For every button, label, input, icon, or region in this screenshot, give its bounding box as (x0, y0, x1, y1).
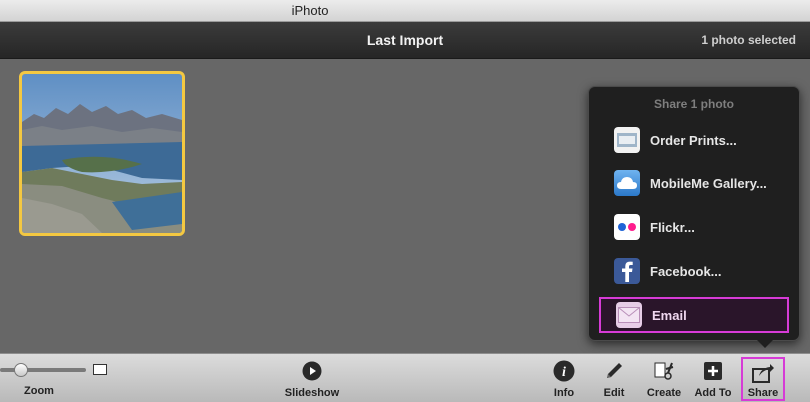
selection-count: 1 photo selected (701, 33, 796, 47)
email-envelope-icon (616, 302, 642, 328)
photo-thumbnail[interactable] (19, 71, 185, 236)
share-mobileme-gallery[interactable]: MobileMe Gallery... (599, 165, 789, 201)
share-order-prints[interactable]: Order Prints... (599, 122, 789, 158)
info-icon: i (553, 358, 575, 384)
bottom-toolbar: Zoom Slideshow i Info Edit Create Add To (0, 353, 810, 402)
svg-text:i: i (562, 365, 566, 380)
share-facebook[interactable]: Facebook... (599, 253, 789, 289)
share-item-label: Email (652, 307, 687, 323)
info-button[interactable]: i Info (548, 354, 580, 402)
share-button[interactable]: Share (741, 357, 785, 401)
pencil-icon (603, 358, 625, 384)
share-arrow-icon (751, 360, 775, 386)
slideshow-button[interactable]: Slideshow (282, 354, 342, 402)
share-item-label: Facebook... (650, 263, 722, 279)
create-label: Create (646, 387, 682, 399)
facebook-icon (614, 258, 640, 284)
order-prints-icon (614, 127, 640, 153)
add-to-button[interactable]: Add To (690, 354, 736, 402)
share-label: Share (747, 387, 779, 399)
album-title: Last Import (366, 32, 444, 48)
share-popover-heading: Share 1 photo (653, 97, 734, 111)
slideshow-label: Slideshow (284, 387, 340, 399)
zoom-slider[interactable] (0, 368, 86, 372)
create-scissors-icon (653, 358, 675, 384)
share-email[interactable]: Email (599, 297, 789, 333)
share-item-label: MobileMe Gallery... (650, 175, 767, 191)
share-item-label: Order Prints... (650, 132, 737, 148)
share-item-label: Flickr... (650, 219, 695, 235)
plus-icon (703, 358, 723, 384)
edit-button[interactable]: Edit (598, 354, 630, 402)
landscape-photo (22, 74, 182, 233)
zoom-large-icon[interactable] (93, 364, 107, 375)
zoom-label: Zoom (24, 385, 54, 397)
share-popover: Share 1 photo Order Prints... MobileMe G… (588, 86, 800, 348)
window-titlebar: iPhoto (0, 0, 810, 22)
share-flickr[interactable]: Flickr... (599, 209, 789, 245)
info-label: Info (553, 387, 575, 399)
add-to-label: Add To (694, 387, 732, 399)
popover-pointer (757, 340, 773, 348)
edit-label: Edit (603, 387, 625, 399)
flickr-icon (614, 214, 640, 240)
zoom-slider-knob[interactable] (14, 363, 28, 377)
window-title: iPhoto (291, 3, 329, 18)
create-button[interactable]: Create (642, 354, 686, 402)
play-icon (302, 358, 322, 384)
content-header: Last Import 1 photo selected (0, 22, 810, 59)
mobileme-cloud-icon (614, 170, 640, 196)
